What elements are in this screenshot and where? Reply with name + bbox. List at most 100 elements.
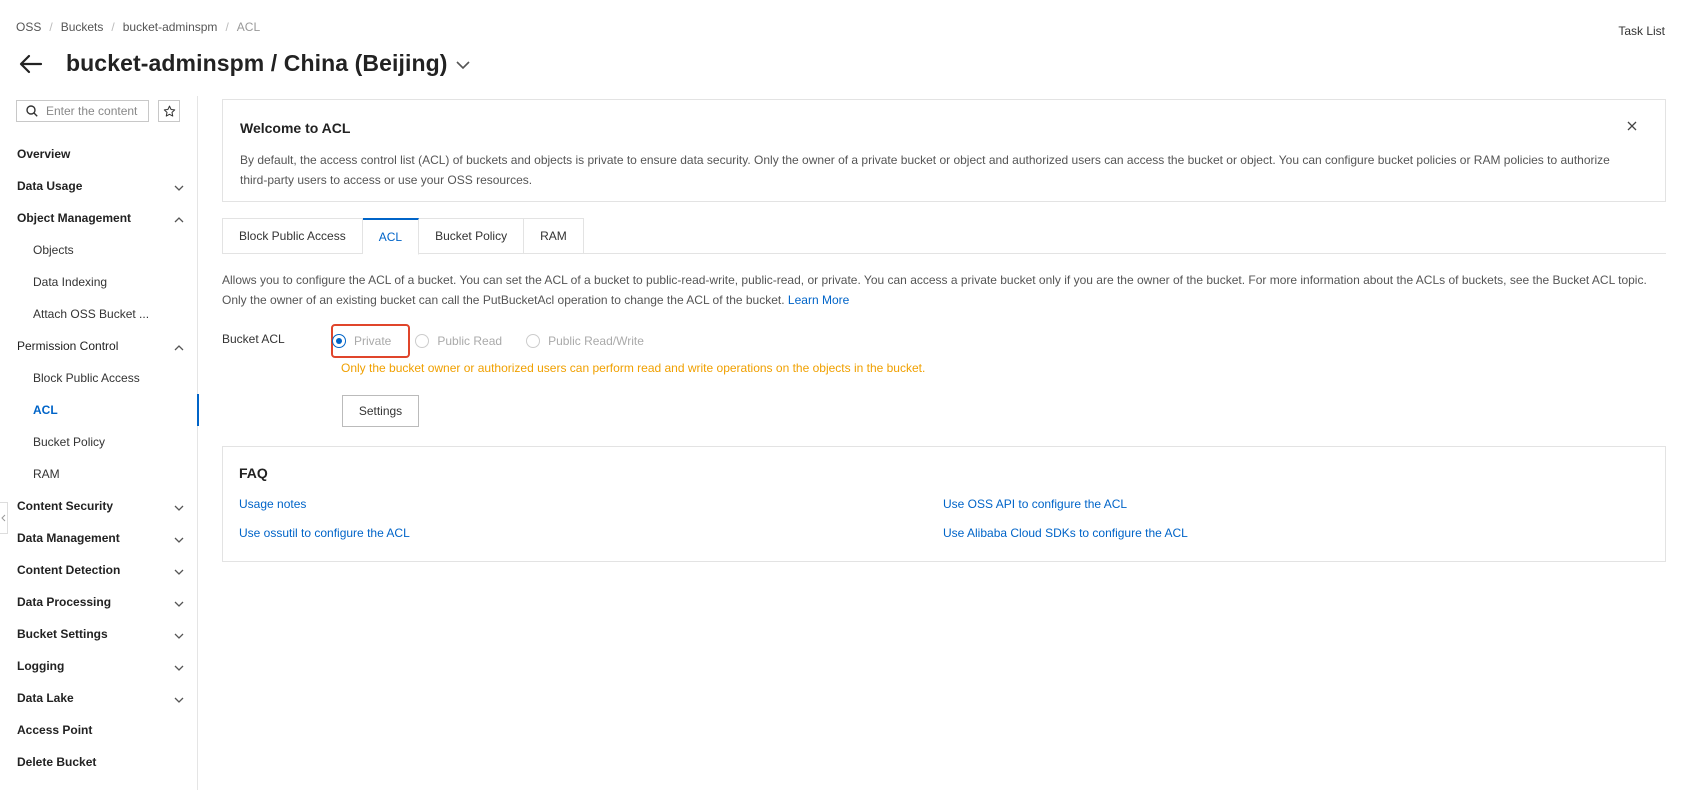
radio-unchecked-icon bbox=[526, 334, 541, 348]
sidebar-item-bucket-settings[interactable]: Bucket Settings bbox=[0, 618, 198, 650]
sidebar-item-overview[interactable]: Overview bbox=[0, 138, 198, 170]
sidebar-item-label: Attach OSS Bucket ... bbox=[33, 307, 150, 321]
chevron-down-icon bbox=[174, 181, 184, 195]
sidebar-item-label: Permission Control bbox=[17, 339, 119, 353]
bucket-acl-form: Bucket ACL Private Public Read Public Re… bbox=[222, 322, 1666, 432]
chevron-down-icon bbox=[174, 501, 184, 515]
sidebar-item-label: Block Public Access bbox=[33, 371, 140, 385]
tab-bar: Block Public Access ACL Bucket Policy RA… bbox=[222, 218, 1666, 255]
sidebar-item-label: Content Security bbox=[17, 499, 114, 513]
sidebar-item-label: ACL bbox=[33, 403, 58, 417]
chevron-up-icon bbox=[174, 213, 184, 227]
sidebar-item-objects[interactable]: Objects bbox=[0, 234, 198, 266]
tab-bucket-policy[interactable]: Bucket Policy bbox=[419, 218, 525, 254]
radio-public-read[interactable]: Public Read bbox=[415, 334, 502, 348]
sidebar-item-data-processing[interactable]: Data Processing bbox=[0, 586, 198, 618]
sidebar-item-label: Logging bbox=[17, 659, 65, 673]
faq-title: FAQ bbox=[239, 465, 268, 481]
sidebar-item-delete-bucket[interactable]: Delete Bucket bbox=[0, 746, 198, 778]
sidebar-item-data-usage[interactable]: Data Usage bbox=[0, 170, 198, 202]
faq-link-oss-api[interactable]: Use OSS API to configure the ACL bbox=[943, 497, 1127, 511]
breadcrumb-current: ACL bbox=[236, 20, 261, 34]
breadcrumb-buckets[interactable]: Buckets bbox=[61, 20, 104, 34]
breadcrumb-bucket[interactable]: bucket-adminspm bbox=[123, 20, 218, 34]
sidebar-item-label: Object Management bbox=[17, 211, 132, 225]
sidebar-item-acl[interactable]: ACL bbox=[0, 394, 199, 426]
chevron-down-icon bbox=[174, 693, 184, 707]
sidebar-item-object-management[interactable]: Object Management bbox=[0, 202, 198, 234]
close-icon[interactable] bbox=[1627, 120, 1637, 134]
chevron-down-icon bbox=[174, 597, 184, 611]
welcome-text: By default, the access control list (ACL… bbox=[240, 153, 1610, 187]
sidebar-item-label: Data Indexing bbox=[33, 275, 108, 289]
chevron-down-icon bbox=[174, 661, 184, 675]
chevron-down-icon bbox=[174, 565, 184, 579]
page-header: bucket-adminspm / China (Beijing) bbox=[18, 50, 470, 77]
learn-more-link[interactable]: Learn More bbox=[788, 293, 849, 307]
sidebar-item-label: Objects bbox=[33, 243, 74, 257]
sidebar-item-data-indexing[interactable]: Data Indexing bbox=[0, 266, 198, 298]
radio-label: Public Read/Write bbox=[548, 334, 644, 348]
breadcrumb-oss[interactable]: OSS bbox=[16, 20, 41, 34]
acl-hint-text: Only the bucket owner or authorized user… bbox=[341, 361, 926, 375]
sidebar-item-label: Access Point bbox=[17, 723, 93, 737]
sidebar-search bbox=[16, 100, 149, 122]
sidebar-item-logging[interactable]: Logging bbox=[0, 650, 198, 682]
sidebar: Overview Data Usage Object Management Objec… bbox=[0, 96, 199, 790]
sidebar-item-label: Bucket Settings bbox=[17, 627, 108, 641]
sidebar-item-label: Data Processing bbox=[17, 595, 112, 609]
radio-label: Public Read bbox=[437, 334, 503, 348]
search-icon bbox=[26, 105, 38, 117]
bucket-acl-label: Bucket ACL bbox=[222, 332, 285, 346]
sidebar-item-label: Delete Bucket bbox=[17, 755, 97, 769]
task-list-link[interactable]: Task List bbox=[1618, 24, 1665, 38]
welcome-banner: Welcome to ACL By default, the access co… bbox=[222, 99, 1666, 202]
sidebar-item-label: Overview bbox=[17, 147, 71, 161]
breadcrumb-separator: / bbox=[111, 20, 115, 34]
faq-link-ossutil[interactable]: Use ossutil to configure the ACL bbox=[239, 526, 410, 540]
sidebar-item-data-management[interactable]: Data Management bbox=[0, 522, 198, 554]
tab-acl[interactable]: ACL bbox=[362, 218, 420, 255]
sidebar-collapse-handle[interactable] bbox=[0, 502, 8, 534]
radio-public-read-write[interactable]: Public Read/Write bbox=[526, 334, 644, 348]
chevron-down-icon[interactable] bbox=[455, 59, 470, 73]
radio-unchecked-icon bbox=[415, 334, 430, 348]
tab-ram[interactable]: RAM bbox=[524, 218, 584, 254]
faq-link-sdks[interactable]: Use Alibaba Cloud SDKs to configure the … bbox=[943, 526, 1188, 540]
sidebar-item-label: Data Lake bbox=[17, 691, 74, 705]
chevron-up-icon bbox=[174, 341, 184, 355]
sidebar-item-permission-control[interactable]: Permission Control bbox=[0, 330, 198, 362]
sidebar-item-access-point[interactable]: Access Point bbox=[0, 714, 198, 746]
chevron-down-icon bbox=[174, 629, 184, 643]
sidebar-item-content-detection[interactable]: Content Detection bbox=[0, 554, 198, 586]
sidebar-item-label: Data Management bbox=[17, 531, 120, 545]
sidebar-item-content-security[interactable]: Content Security bbox=[0, 490, 198, 522]
tab-block-public-access[interactable]: Block Public Access bbox=[222, 218, 363, 254]
main-content: Welcome to ACL By default, the access co… bbox=[222, 99, 1666, 562]
acl-description: Allows you to configure the ACL of a buc… bbox=[222, 270, 1666, 310]
faq-link-usage-notes[interactable]: Usage notes bbox=[239, 497, 306, 511]
welcome-title: Welcome to ACL bbox=[240, 120, 351, 136]
favorite-star-icon[interactable] bbox=[158, 100, 180, 122]
sidebar-item-block-public-access[interactable]: Block Public Access bbox=[0, 362, 198, 394]
settings-button[interactable]: Settings bbox=[342, 395, 419, 427]
search-input[interactable] bbox=[46, 104, 146, 118]
sidebar-item-bucket-policy[interactable]: Bucket Policy bbox=[0, 426, 198, 458]
page-title: bucket-adminspm / China (Beijing) bbox=[66, 50, 448, 76]
faq-panel: FAQ Usage notes Use ossutil to configure… bbox=[222, 446, 1666, 562]
sidebar-item-ram[interactable]: RAM bbox=[0, 458, 198, 490]
sidebar-item-attach-oss-bucket[interactable]: Attach OSS Bucket ... bbox=[0, 298, 198, 330]
sidebar-item-label: RAM bbox=[33, 467, 60, 481]
back-arrow-icon[interactable] bbox=[18, 51, 44, 77]
breadcrumb-separator: / bbox=[49, 20, 53, 34]
breadcrumb: OSS / Buckets / bucket-adminspm / ACL bbox=[16, 20, 260, 34]
radio-checked-icon bbox=[332, 334, 346, 348]
sidebar-item-label: Bucket Policy bbox=[33, 435, 106, 449]
acl-radio-group: Private Public Read Public Read/Write bbox=[331, 324, 668, 358]
breadcrumb-separator: / bbox=[225, 20, 229, 34]
sidebar-item-data-lake[interactable]: Data Lake bbox=[0, 682, 198, 714]
sidebar-item-label: Content Detection bbox=[17, 563, 121, 577]
acl-description-text: Allows you to configure the ACL of a buc… bbox=[222, 273, 1647, 307]
sidebar-item-label: Data Usage bbox=[17, 179, 83, 193]
sidebar-nav: Overview Data Usage Object Management Objec… bbox=[0, 138, 199, 778]
